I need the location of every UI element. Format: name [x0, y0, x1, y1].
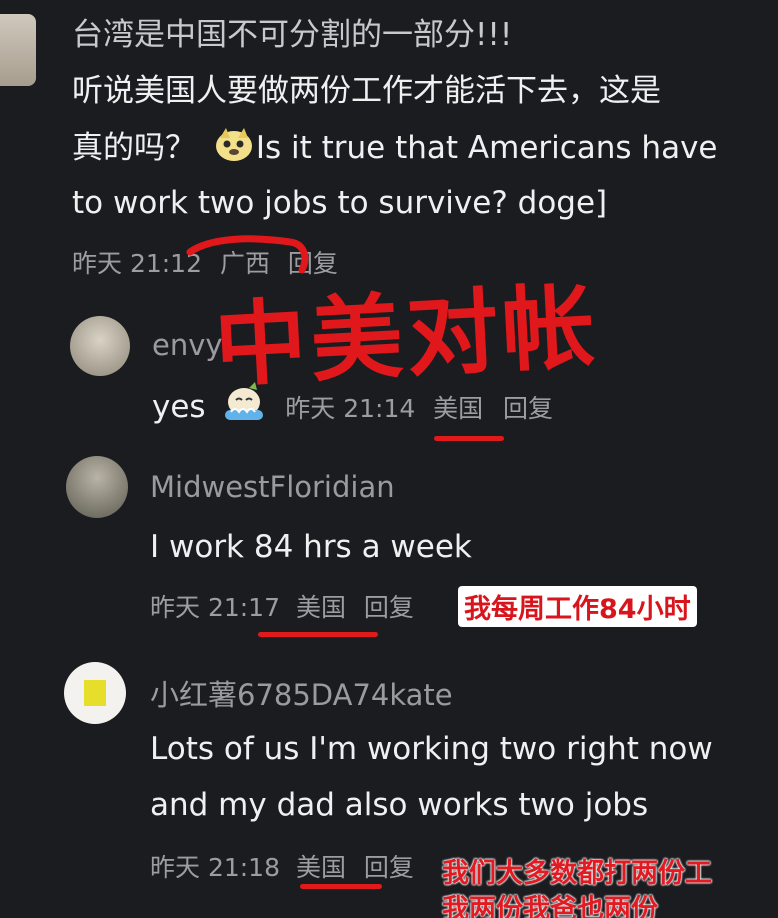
comment-text-cn: 真的吗？	[72, 130, 196, 166]
comment-meta: 昨天 21:18 美国 回复	[150, 848, 414, 884]
username[interactable]: MidwestFloridian	[150, 470, 395, 504]
comment-text-line: 听说美国人要做两份工作才能活下去，这是	[72, 73, 661, 109]
avatar[interactable]	[70, 316, 130, 376]
comment-location: 美国	[433, 394, 484, 423]
reply-button[interactable]: 回复	[364, 853, 414, 882]
avatar[interactable]	[66, 456, 128, 518]
username[interactable]: 小红薯6785DA74kate	[150, 672, 453, 714]
comment-text-line: yes 昨天 21:14 美国 回复	[152, 382, 553, 435]
comment-meta: 昨天 21:17 美国 回复	[150, 588, 414, 624]
reply-button[interactable]: 回复	[364, 593, 414, 622]
comment-time: 昨天 21:14	[285, 394, 416, 423]
location-underline	[258, 632, 378, 637]
comment-text: yes	[152, 389, 206, 425]
comment-text-line: to work two jobs to survive? doge]	[72, 185, 608, 221]
doge-emoji-icon	[214, 126, 254, 173]
comment-text-line: Lots of us I'm working two right now	[150, 731, 713, 767]
comment-text-line: 台湾是中国不可分割的一部分!!!	[72, 17, 513, 53]
translation-caption: 我每周工作84小时	[458, 586, 697, 627]
caption-line: 我两份我爸也两份	[442, 894, 658, 918]
translation-caption: 我们大多数都打两份工 我两份我爸也两份	[440, 856, 714, 918]
comment-time: 昨天 21:17	[150, 593, 280, 622]
comment-text-en: Is it true that Americans have	[255, 130, 718, 166]
avatar[interactable]	[64, 662, 126, 724]
username[interactable]: envy	[152, 328, 223, 362]
reply-button[interactable]: 回复	[503, 394, 553, 423]
caption-line: 我们大多数都打两份工	[442, 858, 712, 889]
comment-text-line: 真的吗？ Is it true that Americans have	[72, 126, 718, 173]
comment-text-line: and my dad also works two jobs	[150, 787, 649, 823]
location-underline	[434, 436, 504, 441]
comment-text-line: I work 84 hrs a week	[150, 529, 472, 565]
comment-time: 昨天 21:18	[150, 853, 280, 882]
comment-location: 美国	[295, 853, 346, 882]
comments-screen: 台湾是中国不可分割的一部分!!! 听说美国人要做两份工作才能活下去，这是 真的吗…	[0, 0, 778, 918]
location-underline	[300, 884, 382, 889]
comment-location: 美国	[295, 593, 346, 622]
avatar[interactable]	[0, 14, 36, 86]
crying-emoji-icon	[219, 382, 269, 435]
